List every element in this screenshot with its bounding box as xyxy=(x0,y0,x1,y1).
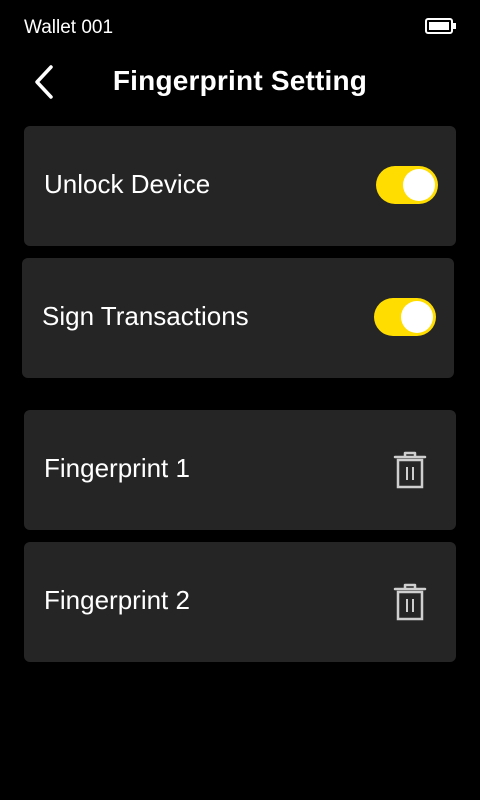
delete-fingerprint-2-button[interactable] xyxy=(390,582,430,622)
fingerprint-item-2[interactable]: Fingerprint 2 xyxy=(24,542,456,662)
sign-transactions-toggle[interactable] xyxy=(374,298,436,336)
delete-fingerprint-1-button[interactable] xyxy=(390,450,430,490)
setting-sign-transactions[interactable]: Sign Transactions xyxy=(22,258,454,378)
toggle-knob xyxy=(401,301,433,333)
fingerprint-label: Fingerprint 1 xyxy=(44,453,190,483)
header: Fingerprint Setting xyxy=(0,56,480,106)
fingerprint-item-1[interactable]: Fingerprint 1 xyxy=(24,410,456,530)
trash-icon xyxy=(393,583,427,621)
fingerprint-label: Fingerprint 2 xyxy=(44,585,190,615)
setting-label: Unlock Device xyxy=(44,169,211,199)
setting-label: Sign Transactions xyxy=(42,301,249,331)
unlock-device-toggle[interactable] xyxy=(376,166,438,204)
trash-icon xyxy=(393,451,427,489)
toggle-knob xyxy=(403,169,435,201)
status-bar: Wallet 001 xyxy=(0,0,480,56)
page-title: Fingerprint Setting xyxy=(112,65,368,96)
battery-icon xyxy=(425,18,456,34)
wallet-name: Wallet 001 xyxy=(24,17,114,38)
setting-unlock-device[interactable]: Unlock Device xyxy=(24,126,456,246)
